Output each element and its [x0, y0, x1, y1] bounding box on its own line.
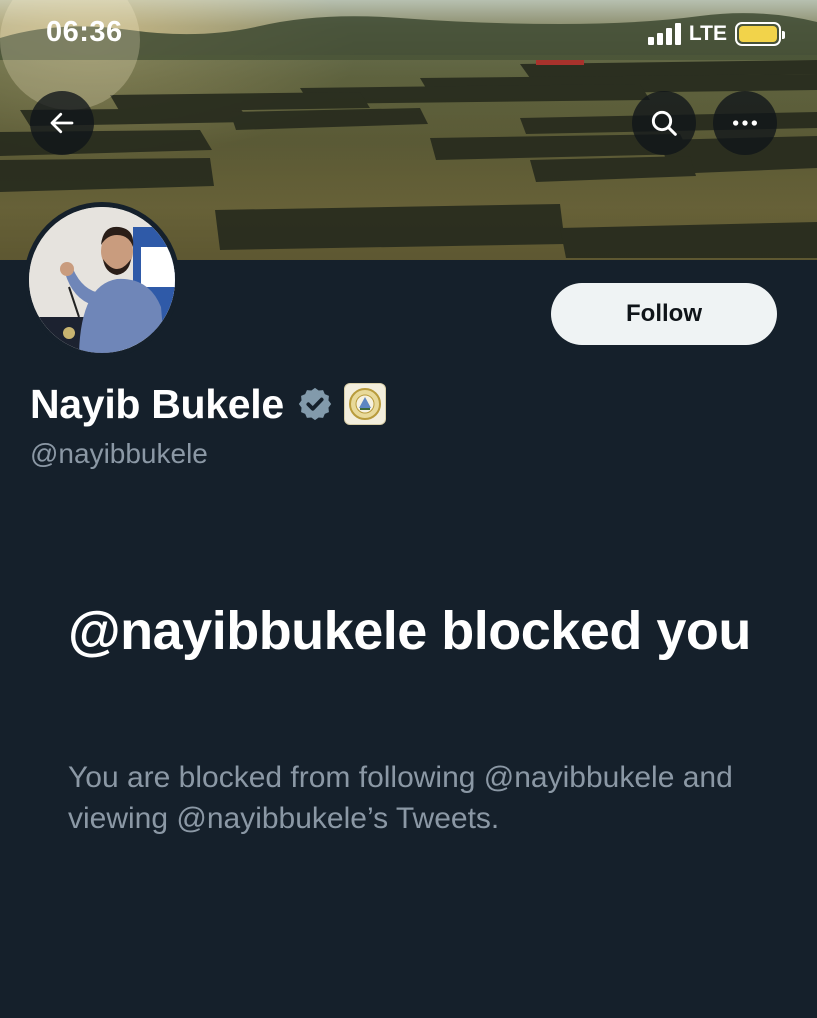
- display-name: Nayib Bukele: [30, 380, 284, 427]
- status-bar-indicators: LTE: [647, 20, 785, 48]
- more-options-button[interactable]: [713, 91, 777, 155]
- follow-button[interactable]: Follow: [551, 283, 777, 345]
- profile-avatar[interactable]: [24, 202, 180, 358]
- network-type-label: LTE: [688, 22, 727, 45]
- blocked-notice-description: You are blocked from following @nayibbuk…: [68, 761, 733, 835]
- avatar-photo: [29, 207, 175, 353]
- search-button[interactable]: [632, 91, 696, 155]
- coat-of-arms-icon: [348, 388, 381, 420]
- profile-handle: @nayibbukele: [30, 438, 208, 469]
- more-horizontal-icon: [733, 120, 757, 126]
- profile-name-row: Nayib Bukele: [30, 378, 386, 430]
- signal-strength-icon: [647, 23, 681, 45]
- search-icon: [651, 110, 677, 136]
- back-button[interactable]: [30, 91, 94, 155]
- status-bar-time: 06:36: [46, 16, 123, 48]
- blocked-notice-title: @nayibbukele blocked you: [68, 601, 751, 661]
- arrow-left-icon: [50, 112, 74, 134]
- battery-icon: [735, 22, 785, 46]
- verified-badge-icon[interactable]: [296, 385, 334, 423]
- government-affiliation-badge[interactable]: [343, 383, 386, 425]
- battery-level-fill: [739, 26, 777, 42]
